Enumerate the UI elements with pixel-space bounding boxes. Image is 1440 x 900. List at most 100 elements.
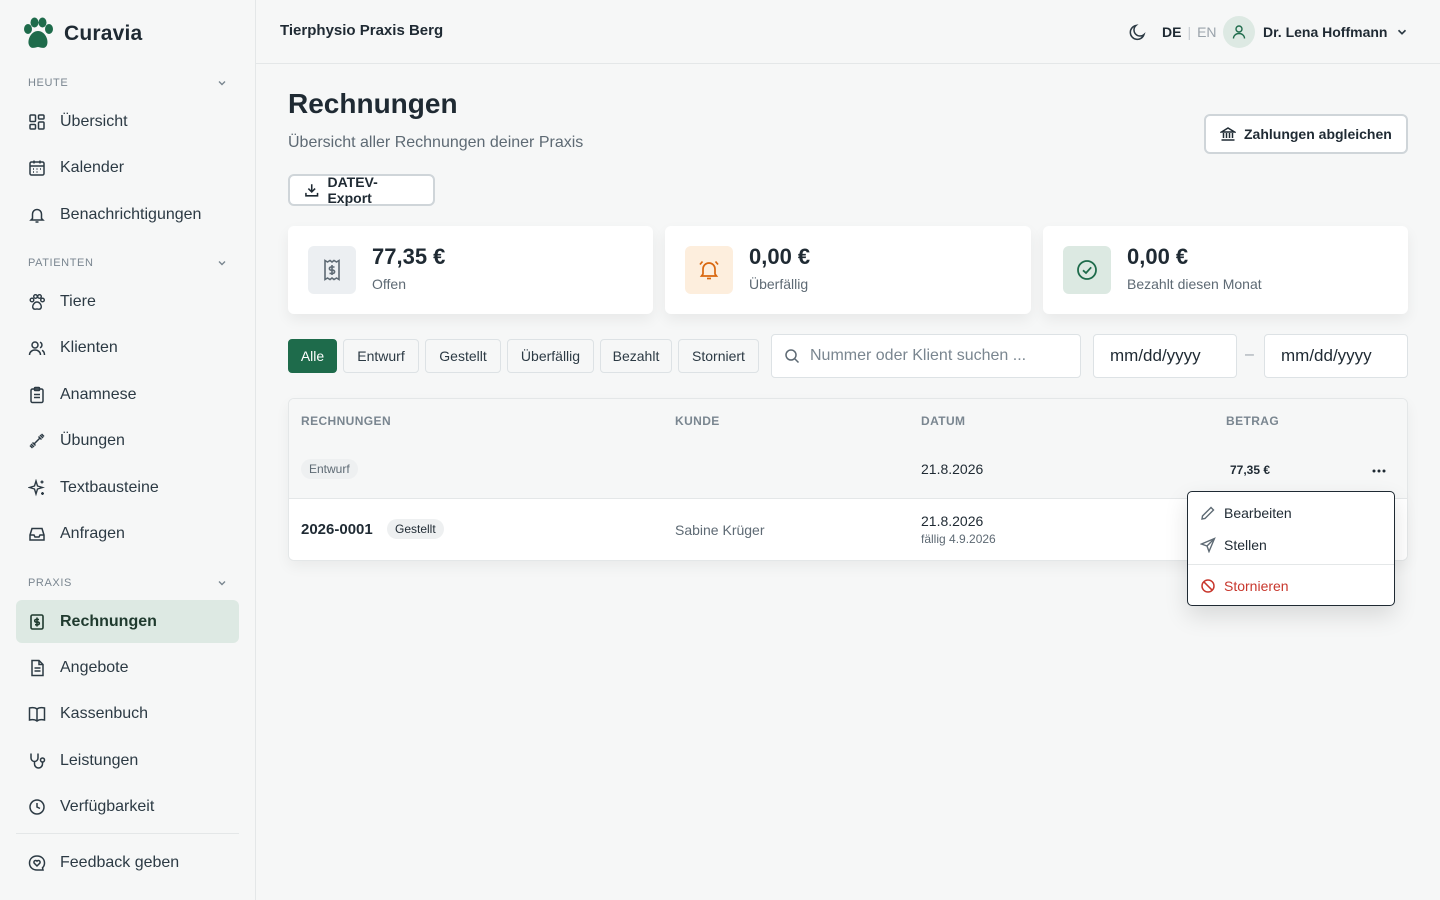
sidebar-item-benachrichtigungen[interactable]: Benachrichtigungen bbox=[16, 193, 239, 236]
section-praxis-header[interactable]: PRAXIS bbox=[28, 577, 228, 589]
reconcile-payments-label: Zahlungen abgleichen bbox=[1244, 126, 1392, 142]
receipt-icon bbox=[324, 259, 340, 281]
menu-item-issue[interactable]: Stellen bbox=[1188, 530, 1394, 560]
filter-alle[interactable]: Alle bbox=[288, 339, 337, 373]
users-icon bbox=[28, 340, 46, 355]
lang-en[interactable]: EN bbox=[1197, 24, 1216, 40]
stat-icon-box bbox=[1063, 246, 1111, 294]
page-title: Rechnungen bbox=[288, 88, 458, 119]
status-badge: Entwurf bbox=[301, 459, 358, 479]
feedback-label: Feedback geben bbox=[60, 853, 180, 871]
column-header-amount[interactable]: BETRAG bbox=[1226, 414, 1279, 428]
menu-item-label: Stellen bbox=[1224, 537, 1267, 553]
invoice-date: 21.8.2026 bbox=[921, 513, 984, 529]
practice-name: Tierphysio Praxis Berg bbox=[280, 22, 444, 39]
sidebar-item-uebersicht[interactable]: Übersicht bbox=[16, 100, 239, 143]
date-to-input[interactable]: mm/dd/yyyy bbox=[1264, 334, 1408, 378]
sidebar-item-textbausteine[interactable]: Textbausteine bbox=[16, 466, 239, 509]
sidebar-item-verfuegbarkeit[interactable]: Verfügbarkeit bbox=[16, 785, 239, 828]
table-header: RECHNUNGEN KUNDE DATUM BETRAG bbox=[289, 399, 1407, 443]
filter-storniert[interactable]: Storniert bbox=[678, 339, 759, 373]
page-subtitle: Übersicht aller Rechnungen deiner Praxis bbox=[288, 134, 584, 151]
sidebar-item-label: Leistungen bbox=[60, 751, 139, 769]
stat-icon-box bbox=[685, 246, 733, 294]
section-label: PATIENTEN bbox=[28, 257, 94, 269]
feedback-button[interactable]: Feedback geben bbox=[16, 841, 239, 884]
user-menu[interactable]: Dr. Lena Hoffmann bbox=[1223, 16, 1409, 48]
search-icon bbox=[785, 349, 800, 364]
sidebar-item-label: Benachrichtigungen bbox=[60, 205, 202, 223]
sidebar-item-label: Kalender bbox=[60, 158, 125, 176]
search-input[interactable] bbox=[810, 347, 1070, 365]
stat-card-paid: 0,00 € Bezahlt diesen Monat bbox=[1043, 226, 1408, 314]
sidebar-item-label: Rechnungen bbox=[60, 612, 157, 630]
column-header-date[interactable]: DATUM bbox=[921, 414, 965, 428]
sidebar-item-uebungen[interactable]: Übungen bbox=[16, 419, 239, 462]
sidebar-item-label: Übungen bbox=[60, 431, 125, 449]
search-box bbox=[771, 334, 1081, 378]
invoice-number: 2026-0001 bbox=[301, 521, 373, 538]
row-actions-button[interactable] bbox=[1363, 460, 1395, 482]
ban-icon bbox=[1201, 579, 1215, 593]
stat-card-open: 77,35 € Offen bbox=[288, 226, 653, 314]
section-label: HEUTE bbox=[28, 77, 69, 89]
sidebar-item-tiere[interactable]: Tiere bbox=[16, 280, 239, 323]
sidebar-item-label: Anfragen bbox=[60, 524, 125, 542]
reconcile-payments-button[interactable]: Zahlungen abgleichen bbox=[1204, 114, 1408, 154]
date-range-separator: – bbox=[1245, 346, 1254, 363]
sidebar-item-anfragen[interactable]: Anfragen bbox=[16, 512, 239, 555]
pencil-icon bbox=[1201, 506, 1215, 520]
sidebar-item-rechnungen[interactable]: Rechnungen bbox=[16, 600, 239, 643]
brand-logo[interactable]: Curavia bbox=[20, 16, 142, 52]
section-label: PRAXIS bbox=[28, 577, 72, 589]
calendar-icon bbox=[29, 160, 45, 176]
moon-icon[interactable] bbox=[1128, 22, 1148, 42]
check-circle-icon bbox=[1077, 260, 1097, 280]
brand-name: Curavia bbox=[64, 22, 143, 45]
sidebar-item-label: Kassenbuch bbox=[60, 704, 149, 722]
download-icon bbox=[305, 184, 319, 197]
lang-separator: | bbox=[1187, 24, 1192, 40]
menu-item-edit[interactable]: Bearbeiten bbox=[1188, 498, 1394, 528]
invoice-date: 21.8.2026 bbox=[921, 461, 984, 477]
lang-de[interactable]: DE bbox=[1162, 24, 1181, 40]
bell-icon bbox=[29, 208, 45, 223]
menu-item-label: Stornieren bbox=[1224, 578, 1289, 594]
section-heute-header[interactable]: HEUTE bbox=[28, 77, 228, 89]
section-patienten-header[interactable]: PATIENTEN bbox=[28, 257, 228, 269]
book-icon bbox=[28, 706, 46, 722]
language-switch: DE | EN bbox=[1162, 24, 1217, 40]
column-header-invoices[interactable]: RECHNUNGEN bbox=[301, 414, 391, 428]
filter-entwurf[interactable]: Entwurf bbox=[343, 339, 419, 373]
sidebar-item-leistungen[interactable]: Leistungen bbox=[16, 739, 239, 782]
datev-export-button[interactable]: DATEV-Export bbox=[288, 174, 435, 206]
sidebar-item-kassenbuch[interactable]: Kassenbuch bbox=[16, 692, 239, 735]
row-actions-menu: Bearbeiten Stellen Stornieren bbox=[1187, 491, 1395, 606]
filter-ueberfaellig[interactable]: Überfällig bbox=[507, 339, 594, 373]
status-badge: Gestellt bbox=[387, 519, 444, 539]
stat-label: Überfällig bbox=[749, 276, 809, 292]
top-bar: Tierphysio Praxis Berg DE | EN Dr. Lena … bbox=[256, 0, 1440, 64]
sidebar-item-klienten[interactable]: Klienten bbox=[16, 326, 239, 369]
heart-chat-icon bbox=[28, 854, 46, 871]
filter-gestellt[interactable]: Gestellt bbox=[425, 339, 501, 373]
datev-export-label: DATEV-Export bbox=[327, 174, 378, 206]
chevron-down-icon bbox=[218, 81, 226, 86]
dumbbell-icon bbox=[29, 432, 45, 449]
chevron-down-icon bbox=[218, 581, 226, 586]
column-header-customer[interactable]: KUNDE bbox=[675, 414, 720, 428]
sidebar-item-anamnese[interactable]: Anamnese bbox=[16, 373, 239, 416]
clock-icon bbox=[29, 798, 45, 815]
filter-bezahlt[interactable]: Bezahlt bbox=[600, 339, 672, 373]
chevron-down-icon bbox=[1398, 29, 1407, 35]
sidebar-item-angebote[interactable]: Angebote bbox=[16, 646, 239, 689]
paw-icon bbox=[29, 293, 45, 310]
sidebar-item-label: Klienten bbox=[60, 338, 118, 356]
date-from-input[interactable]: mm/dd/yyyy bbox=[1093, 334, 1237, 378]
sidebar-item-label: Textbausteine bbox=[60, 478, 159, 496]
menu-item-cancel[interactable]: Stornieren bbox=[1188, 571, 1394, 601]
invoice-amount: 77,35 € bbox=[1230, 463, 1271, 477]
stethoscope-icon bbox=[30, 753, 46, 769]
dashboard-icon bbox=[29, 113, 45, 130]
sidebar-item-kalender[interactable]: Kalender bbox=[16, 146, 239, 189]
